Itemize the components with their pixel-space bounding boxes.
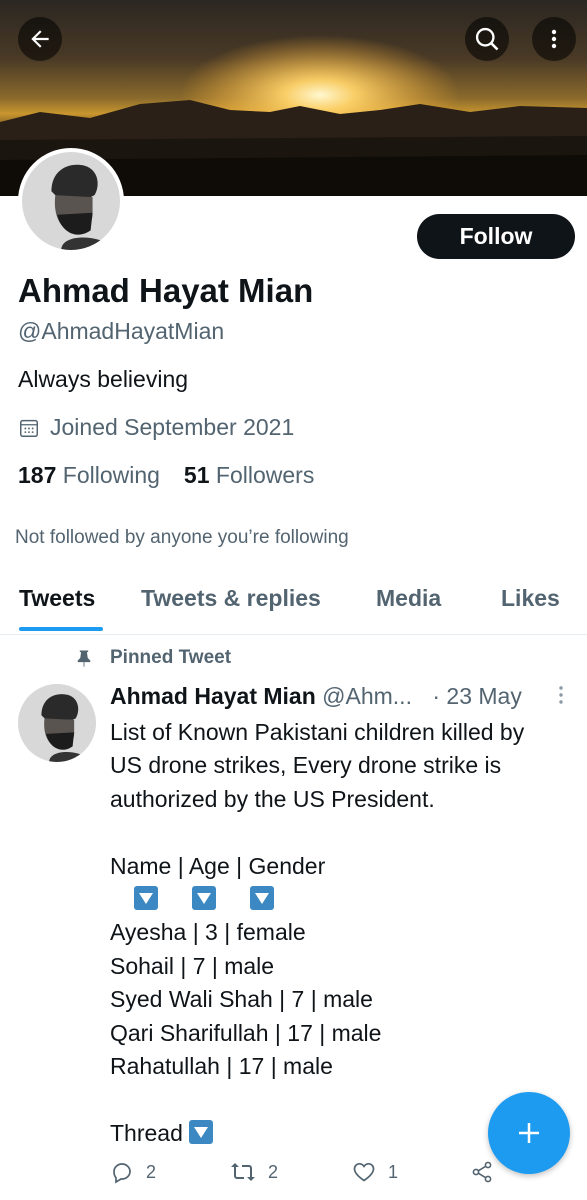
tweet-author-avatar[interactable] xyxy=(18,684,96,762)
tweet-line: US drone strikes, Every drone strike is xyxy=(110,752,502,779)
heart-icon xyxy=(353,1162,375,1182)
down-arrow-icon xyxy=(134,886,158,911)
follow-button[interactable]: Follow xyxy=(417,214,575,259)
retweet-button[interactable]: 2 xyxy=(230,1160,278,1184)
followers-label: Followers xyxy=(215,462,315,488)
down-arrow-emoji-row xyxy=(110,883,570,916)
down-arrow-icon xyxy=(250,886,274,911)
tweet-author-handle[interactable]: @Ahm... xyxy=(322,683,412,709)
more-options-button[interactable] xyxy=(532,17,576,61)
share-icon xyxy=(472,1161,492,1183)
search-button[interactable] xyxy=(465,17,509,61)
following-count: 187 xyxy=(18,462,57,488)
profile-handle: @AhmadHayatMian xyxy=(18,318,225,344)
search-icon xyxy=(475,27,499,51)
profile-bio: Always believing xyxy=(18,366,189,392)
active-tab-indicator xyxy=(19,627,103,631)
reply-icon xyxy=(113,1163,131,1184)
tweet-line: authorized by the US President. xyxy=(110,785,435,812)
down-arrow-icon xyxy=(189,1119,214,1144)
profile-avatar[interactable] xyxy=(18,148,124,254)
pinned-text: Pinned Tweet xyxy=(110,647,232,668)
following-link[interactable]: 187 Following xyxy=(18,462,160,489)
reply-button[interactable]: 2 xyxy=(110,1160,156,1184)
tweet-line: Ayesha | 3 | female xyxy=(110,919,306,946)
tweet-more-button[interactable] xyxy=(556,684,566,712)
tweet-line: Name | Age | Gender xyxy=(110,852,326,879)
joined-date: Joined September 2021 xyxy=(18,414,294,441)
tweet-line xyxy=(110,816,570,849)
pin-icon xyxy=(77,650,91,668)
profile-name: Ahmad Hayat Mian xyxy=(18,272,314,309)
reply-count: 2 xyxy=(146,1161,157,1182)
back-button[interactable] xyxy=(18,17,62,61)
not-followed-note: Not followed by anyone you’re following xyxy=(15,527,349,548)
compose-tweet-button[interactable] xyxy=(488,1092,570,1174)
tweet-line: Thread xyxy=(110,1119,183,1146)
tweet-line: Rahatullah | 17 | male xyxy=(110,1053,333,1080)
like-button[interactable]: 1 xyxy=(352,1160,398,1184)
tweet-actions: 2 2 1 xyxy=(110,1160,510,1190)
tab-tweets[interactable]: Tweets xyxy=(19,585,95,612)
tweet-header: Ahmad Hayat Mian @Ahm... · 23 May xyxy=(110,683,522,710)
like-count: 1 xyxy=(388,1161,399,1182)
tab-likes[interactable]: Likes xyxy=(501,585,560,612)
followers-count: 51 xyxy=(183,462,210,488)
calendar-icon xyxy=(20,419,38,437)
joined-text: Joined September 2021 xyxy=(50,414,295,440)
tab-media[interactable]: Media xyxy=(376,585,441,612)
avatar-illustration xyxy=(18,684,96,762)
down-arrow-icon xyxy=(192,886,216,911)
tweet-author-name[interactable]: Ahmad Hayat Mian xyxy=(110,683,316,709)
more-vertical-icon xyxy=(551,29,557,49)
avatar-illustration xyxy=(22,152,120,250)
more-vertical-icon xyxy=(559,686,563,704)
retweet-icon xyxy=(231,1163,255,1181)
tweet-text: List of Known Pakistani children killed … xyxy=(110,716,570,1150)
tweet-line: Qari Sharifullah | 17 | male xyxy=(110,1019,382,1046)
tab-tweets-replies[interactable]: Tweets & replies xyxy=(141,585,321,612)
back-arrow-icon xyxy=(31,30,49,48)
pinned-tweet-label: Pinned Tweet xyxy=(74,647,231,669)
tweet-line: List of Known Pakistani children killed … xyxy=(110,719,525,745)
share-button[interactable] xyxy=(470,1160,494,1184)
tweet-date[interactable]: · 23 May xyxy=(432,683,521,709)
profile-stats: 187 Following 51 Followers xyxy=(18,462,314,489)
following-label: Following xyxy=(62,462,160,488)
followers-link[interactable]: 51 Followers xyxy=(184,462,314,489)
plus-icon xyxy=(519,1123,539,1143)
retweet-count: 2 xyxy=(268,1161,279,1182)
tweet-line: Sohail | 7 | male xyxy=(110,952,275,979)
tweet-line: Syed Wali Shah | 7 | male xyxy=(110,986,373,1013)
